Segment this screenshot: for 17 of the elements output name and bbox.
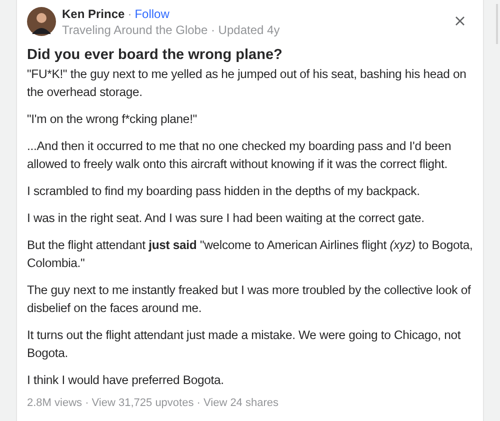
answer-paragraph: ...And then it occurred to me that no one checked my boarding pass and I'd been allowed to freely walk onto this aircraft without knowing if it was the correct flight. (27, 138, 452, 173)
answer-paragraph: "I'm on the wrong f*cking plane!" (27, 111, 198, 128)
answer-paragraph: But the flight attendant just said "welcome to American Airlines flight (xyz) to Bogota, Colombia." (27, 237, 473, 272)
answer-paragraph: I was in the right seat. And I was sure I had been waiting at the correct gate. (27, 210, 426, 227)
avatar-icon[interactable] (27, 7, 56, 36)
author-credential: Traveling Around the Globe · Updated 4y (62, 23, 280, 38)
question-title[interactable]: Did you ever board the wrong plane? (27, 46, 473, 64)
separator: · (128, 7, 132, 22)
answer-paragraph: It turns out the flight attendant just made a mistake. We were going to Chicago, not Bogota. (27, 327, 462, 362)
answer-stats: 2.8M views · View 31,725 upvotes · View 24 shares (27, 396, 280, 410)
close-icon[interactable] (455, 16, 465, 26)
answer-paragraph: "FU*K!" the guy next to me yelled as he jumped out of his seat, bashing his head on the overhead storage. (27, 66, 468, 101)
answer-paragraph: The guy next to me instantly freaked but I was more troubled by the collective look of disbelief on the faces around me. (27, 282, 472, 317)
answer-paragraph: I think I would have preferred Bogota. (27, 372, 225, 389)
author-name[interactable]: Ken Prince (62, 7, 125, 22)
follow-link[interactable]: Follow (134, 7, 170, 22)
answer-paragraph: I scrambled to find my boarding pass hidden in the depths of my backpack. (27, 183, 421, 200)
